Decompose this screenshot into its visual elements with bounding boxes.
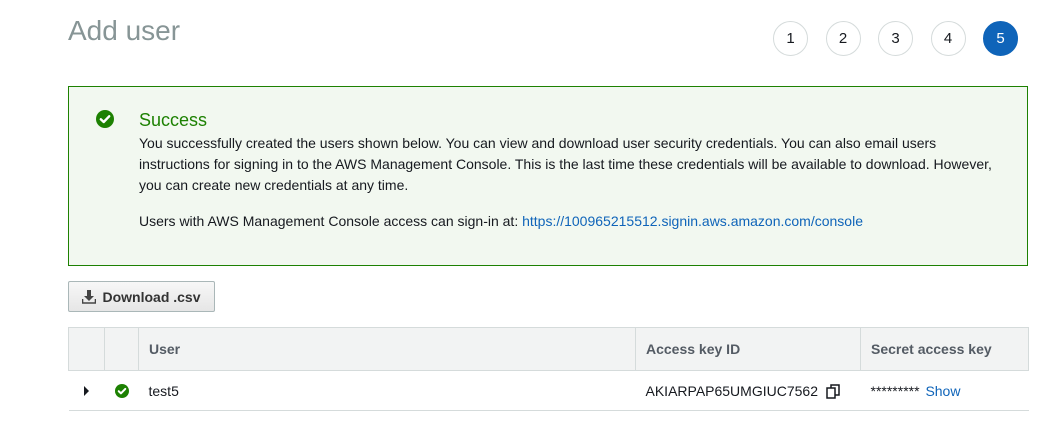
expand-caret-icon[interactable] bbox=[83, 385, 89, 396]
user-name-cell: test5 bbox=[138, 370, 636, 411]
console-signin-link[interactable]: https://100965215512.signin.aws.amazon.c… bbox=[522, 213, 863, 229]
user-column-header[interactable]: User bbox=[138, 327, 636, 371]
table-row: test5 AKIARPAP65UMGIUC7562 ********* Sho… bbox=[68, 370, 1029, 411]
step-1[interactable]: 1 bbox=[773, 21, 808, 56]
expand-cell bbox=[68, 370, 105, 411]
show-secret-link[interactable]: Show bbox=[925, 383, 960, 399]
secret-key-cell: ********* Show bbox=[860, 370, 1029, 411]
success-alert: Success You successfully created the use… bbox=[68, 86, 1028, 266]
step-4[interactable]: 4 bbox=[930, 21, 966, 56]
step-3[interactable]: 3 bbox=[878, 21, 913, 56]
status-column-header bbox=[104, 327, 139, 371]
expand-column-header bbox=[68, 327, 105, 371]
page-title: Add user bbox=[68, 15, 181, 46]
access-key-column-header[interactable]: Access key ID bbox=[635, 327, 861, 371]
access-key-cell: AKIARPAP65UMGIUC7562 bbox=[635, 370, 861, 411]
signin-text: Users with AWS Management Console access… bbox=[139, 213, 523, 229]
credentials-table: User Access key ID Secret access key tes… bbox=[68, 327, 1029, 411]
download-csv-label: Download .csv bbox=[102, 288, 201, 305]
download-csv-button[interactable]: Download .csv bbox=[68, 281, 215, 312]
check-circle-icon bbox=[96, 110, 114, 128]
secret-key-column-header[interactable]: Secret access key bbox=[860, 327, 1029, 371]
secret-key-masked: ********* bbox=[870, 382, 920, 399]
download-icon bbox=[82, 289, 97, 304]
signin-info: Users with AWS Management Console access… bbox=[139, 211, 1009, 232]
table-header: User Access key ID Secret access key bbox=[68, 327, 1029, 371]
alert-body: You successfully created the users shown… bbox=[139, 135, 992, 193]
access-key-value: AKIARPAP65UMGIUC7562 bbox=[645, 382, 818, 399]
copy-icon[interactable] bbox=[826, 383, 841, 399]
check-circle-icon bbox=[114, 383, 129, 398]
alert-title: Success bbox=[139, 110, 208, 130]
step-5[interactable]: 5 bbox=[983, 21, 1018, 56]
status-cell bbox=[104, 370, 139, 411]
wizard-steps: 1 2 3 4 5 bbox=[773, 21, 1018, 56]
step-2[interactable]: 2 bbox=[825, 21, 861, 56]
